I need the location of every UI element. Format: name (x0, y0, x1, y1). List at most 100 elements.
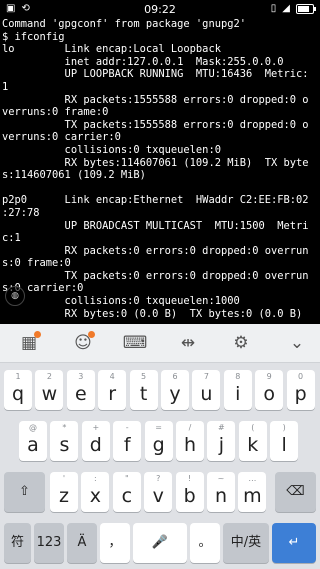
backspace-key[interactable]: ⌫ (275, 472, 316, 512)
key-m[interactable]: … m (238, 472, 267, 512)
battery-icon (296, 4, 316, 14)
key-label: k (247, 434, 259, 456)
key-hint: … (248, 474, 257, 483)
settings-icon[interactable]: ⚙ (228, 330, 254, 356)
apps-icon[interactable]: ▦ (16, 330, 42, 356)
system-icons: ▯ ◢ (270, 3, 316, 15)
enter-key[interactable]: ↵ (272, 523, 316, 563)
key-o[interactable]: 9o (255, 370, 284, 410)
battery-level (298, 6, 310, 12)
key-hint: ' (62, 474, 66, 483)
key-hint: ~ (217, 474, 225, 483)
key-d[interactable]: + d (81, 421, 110, 461)
signal-icon: ◢ (282, 3, 290, 14)
key-f[interactable]: -f (113, 421, 142, 461)
terminal-keys-icon: ◍ (11, 291, 19, 301)
key-t[interactable]: 5t (129, 370, 158, 410)
key-label: f (123, 434, 131, 456)
key-label: a (27, 434, 39, 456)
vibrate-icon: ▯ (270, 3, 277, 14)
key-l[interactable]: ) l (270, 421, 299, 461)
key-hint: @ (29, 423, 37, 432)
key-z[interactable]: ' z (50, 472, 78, 512)
key-hint: / (188, 423, 192, 432)
key-u[interactable]: 7u (192, 370, 221, 410)
language-switch-key[interactable]: 中/英 (223, 523, 269, 563)
input-method-key[interactable]: Ä (67, 523, 97, 563)
key-q[interactable]: 1q (4, 370, 32, 410)
terminal-line: RX bytes:114607061 (109.2 MiB) TX byte (2, 156, 309, 169)
terminal-line: p2p0 Link encap:Ethernet HWaddr C2:EE:FB… (2, 194, 309, 207)
key-hint: ? (156, 474, 161, 483)
key-label: q (11, 383, 25, 405)
key-label: c (121, 485, 133, 507)
terminal-line: c:1 (2, 232, 21, 245)
key-x[interactable]: :x (81, 472, 110, 512)
key-v[interactable]: ? v (144, 472, 173, 512)
key-b[interactable]: ! b (175, 472, 204, 512)
terminal-line: verruns:0 carrier:0 (2, 131, 121, 144)
key-hint: 8 (235, 372, 241, 381)
key-label: h (183, 434, 197, 456)
key-hint: = (155, 423, 162, 432)
key-s[interactable]: * s (50, 421, 79, 461)
terminal-line: :27:78 (2, 206, 40, 219)
enter-icon: ↵ (288, 535, 300, 550)
key-y[interactable]: 6y (161, 370, 189, 410)
collapse-icon[interactable]: ⌄ (284, 330, 310, 356)
terminal-line: TX packets:1555588 errors:0 dropped:0 o (2, 118, 309, 131)
key-hint: : (94, 474, 97, 483)
shift-key[interactable]: ⇧ (4, 472, 45, 512)
key-h[interactable]: / h (176, 421, 204, 461)
key-label: r (108, 383, 117, 405)
cursor-icon[interactable]: ⇹ (175, 330, 201, 356)
key-e[interactable]: 3e (66, 370, 95, 410)
key-label: m (243, 485, 262, 507)
terminal-line: collisions:0 txqueuelen:0 (2, 143, 221, 156)
key-hint: ( (251, 423, 255, 432)
key-a[interactable]: @ a (19, 421, 47, 461)
key-c[interactable]: " c (112, 472, 141, 512)
key-label: e (74, 383, 87, 405)
key-label: w (41, 383, 58, 405)
key-i[interactable]: 8i (223, 370, 252, 410)
comma-key[interactable]: ， (100, 523, 130, 563)
key-j[interactable]: # j (207, 421, 236, 461)
key-hint: ! (187, 474, 192, 483)
space-key[interactable]: 🎤 (133, 523, 187, 563)
key-hint: 7 (203, 372, 209, 381)
key-label: d (89, 434, 102, 456)
terminal-line: inet addr:127.0.0.1 Mask:255.0.0.0 (2, 55, 284, 68)
symbols-key[interactable]: 符 (4, 523, 31, 563)
key-k[interactable]: (k (238, 421, 267, 461)
key-label: z (59, 485, 69, 507)
key-label: g (152, 434, 165, 456)
key-p[interactable]: 0p (286, 370, 315, 410)
key-r[interactable]: 4r (98, 370, 127, 410)
terminal-line: collisions:0 txqueuelen:1000 (2, 295, 240, 308)
status-bar: ▣ ⟲ 09:22 ▯ ◢ (0, 0, 320, 18)
period-key[interactable]: 。 (190, 523, 220, 563)
terminal-output[interactable]: Command 'gpgconf' from package 'gnupg2' $… (0, 18, 320, 324)
mic-icon: 🎤 (151, 535, 169, 550)
terminal-line: RX packets:0 errors:0 dropped:0 overrun (2, 244, 309, 257)
key-hint: * (62, 423, 67, 432)
key-hint: " (124, 474, 129, 483)
keyboard-icon[interactable]: ⌨ (122, 330, 148, 356)
backspace-icon: ⌫ (286, 484, 305, 499)
key-n[interactable]: ~ n (207, 472, 235, 512)
key-hint: + (92, 423, 100, 432)
key-hint: 2 (46, 372, 52, 381)
soft-keyboard: ▦ ☺ ⌨ ⇹ ⚙ ⌄ 1 q 2 w 3 e 4 r 5 t 6 y 7 u 8 i 9 o 0 p @ a * s + d - f… (0, 324, 320, 569)
key-w[interactable]: 2w (35, 370, 64, 410)
key-label: v (152, 485, 164, 507)
terminal-float-button[interactable]: ◍ (5, 286, 25, 306)
key-label: p (294, 383, 307, 405)
key-g[interactable]: = g (144, 421, 173, 461)
numbers-key[interactable]: 123 (34, 523, 64, 563)
keyboard-toolbar: ▦ ☺ ⌨ ⇹ ⚙ ⌄ (0, 324, 320, 363)
terminal-line: $ ifconfig (2, 30, 65, 43)
key-hint: 5 (141, 372, 147, 381)
emoji-icon[interactable]: ☺ (70, 330, 96, 356)
